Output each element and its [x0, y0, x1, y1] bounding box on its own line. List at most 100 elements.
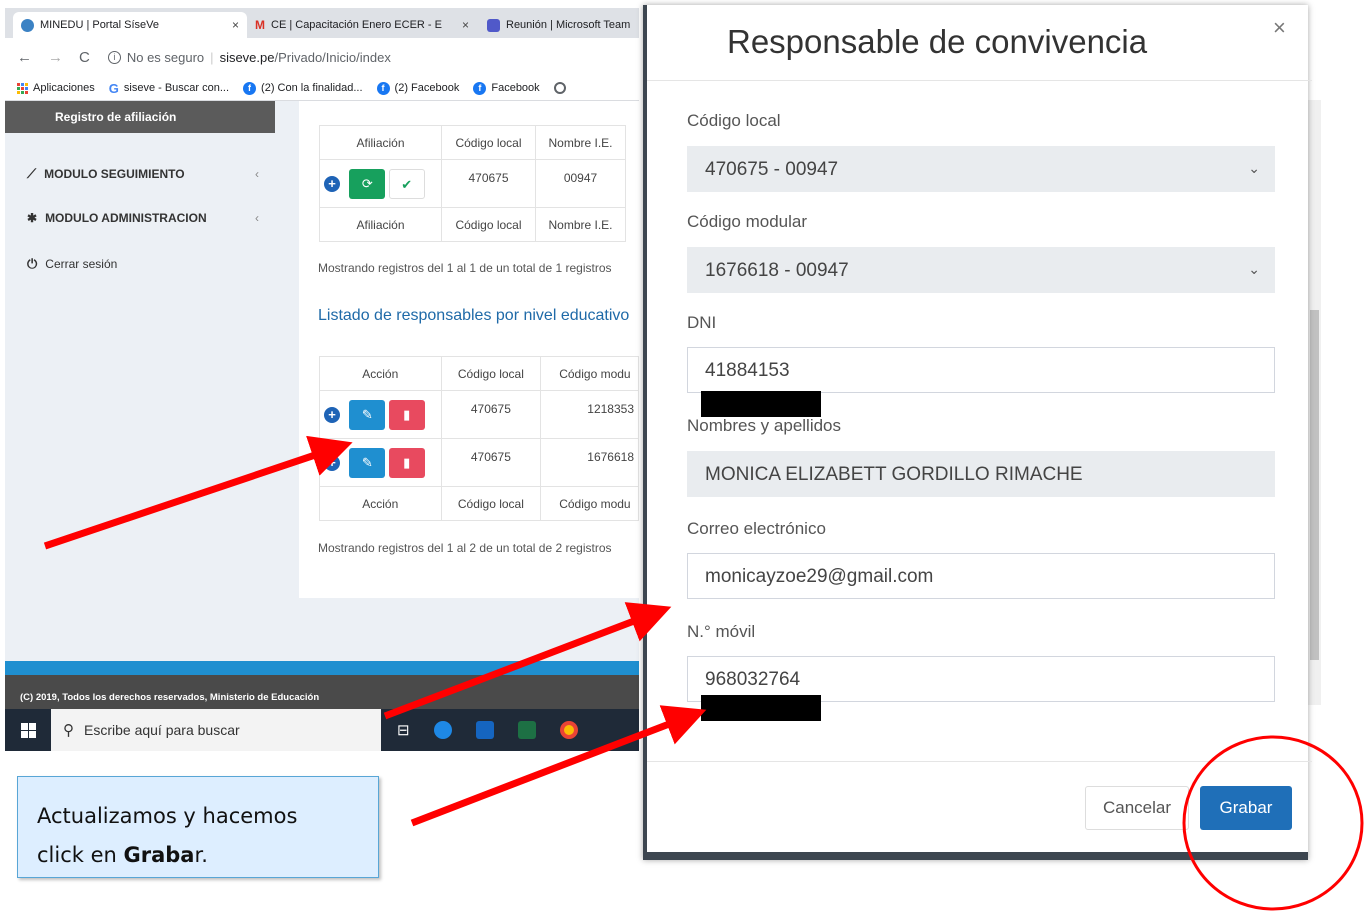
excel-icon[interactable]	[517, 721, 536, 739]
expand-row-icon[interactable]: +	[324, 175, 340, 192]
sidebar: Registro de afiliación ⟋ MODULO SEGUIMIE…	[5, 101, 275, 661]
modal-scrollbar[interactable]	[1307, 100, 1321, 705]
dni-field[interactable]: 41884153	[687, 347, 1275, 393]
taskbar-search-input[interactable]: ⚲ Escribe aquí para buscar	[51, 709, 381, 751]
label-dni: DNI	[687, 313, 717, 332]
sidebar-item-label: Cerrar sesión	[45, 257, 118, 271]
responsable-modal: Responsable de convivencia × Código loca…	[643, 5, 1312, 860]
bookmark-facebook-1[interactable]: f (2) Con la finalidad...	[243, 81, 363, 95]
url-field[interactable]: i No es seguro | siseve.pe/Privado/Inici…	[107, 49, 391, 65]
chart-line-icon: ⟋	[27, 166, 37, 181]
column-footer: Nombre I.E.	[535, 207, 626, 242]
column-footer: Código local	[441, 207, 536, 242]
back-arrow-icon[interactable]: ←	[17, 49, 32, 66]
close-tab-icon[interactable]: ×	[462, 18, 469, 32]
forward-arrow-icon[interactable]: →	[48, 49, 63, 66]
section-title: Listado de responsables por nivel educat…	[318, 307, 630, 324]
bookmark-label: siseve - Buscar con...	[123, 82, 230, 94]
cell-codigo-modular: 1676618	[540, 438, 639, 487]
info-icon: i	[107, 50, 121, 64]
column-header: Código local	[440, 356, 542, 391]
address-bar: ← → C i No es seguro | siseve.pe/Privado…	[5, 38, 639, 76]
sidebar-item-registro[interactable]: Registro de afiliación	[5, 101, 275, 133]
chevron-left-icon: ‹	[255, 167, 259, 181]
windows-taskbar: ⚲ Escribe aquí para buscar ⊟	[5, 709, 639, 751]
sidebar-item-label: MODULO ADMINISTRACION	[45, 211, 207, 225]
codigo-modular-select[interactable]: 1676618 - 00947 ⌄	[687, 247, 1275, 293]
label-correo: Correo electrónico	[687, 519, 826, 538]
bookmark-google[interactable]: G siseve - Buscar con...	[109, 81, 229, 96]
field-value: MONICA ELIZABETT GORDILLO RIMACHE	[705, 464, 1083, 485]
bookmark-label: Facebook	[491, 82, 540, 94]
bookmark-label: (2) Con la finalidad...	[261, 82, 363, 94]
edit-button[interactable]: ✎	[349, 447, 386, 478]
label-movil: N.° móvil	[687, 622, 756, 641]
task-view-icon[interactable]: ⊟	[397, 721, 410, 739]
bookmarks-bar: Aplicaciones G siseve - Buscar con... f …	[5, 76, 639, 101]
close-tab-icon[interactable]: ×	[232, 18, 239, 32]
browser-window: MINEDU | Portal SíseVe × M CE | Capacita…	[5, 8, 639, 751]
bookmark-facebook-3[interactable]: f Facebook	[473, 81, 540, 95]
label-codigo-modular: Código modular	[687, 212, 808, 231]
email-field[interactable]: monicayzoe29@gmail.com	[687, 553, 1275, 599]
check-button[interactable]: ✔	[388, 168, 425, 199]
gear-icon: ✱	[27, 211, 38, 225]
tab-title: Reunión | Microsoft Team	[506, 19, 631, 31]
chrome-icon[interactable]	[559, 721, 578, 739]
label-nombres: Nombres y apellidos	[687, 416, 842, 435]
cancel-button[interactable]: Cancelar	[1085, 786, 1189, 830]
reload-icon[interactable]: C	[79, 49, 90, 66]
edit-icon: ✎	[361, 454, 373, 470]
table-row: + ✎ ▮ 470675 1218353	[319, 390, 639, 439]
bookmark-facebook-2[interactable]: f (2) Facebook	[376, 81, 460, 95]
table-row: + ✎ ▮ 470675 1676618	[319, 438, 639, 487]
search-icon: ⚲	[63, 722, 74, 739]
url-host: siseve.pe	[219, 49, 275, 65]
delete-button[interactable]: ▮	[388, 447, 425, 478]
instruction-callout: Actualizamos y hacemos click en Grabar.	[17, 776, 379, 878]
globe-icon[interactable]	[553, 82, 566, 94]
facebook-icon: f	[473, 81, 487, 95]
sidebar-item-seguimiento[interactable]: ⟋ MODULO SEGUIMIENTO ‹	[27, 166, 259, 182]
sidebar-item-cerrar-sesion[interactable]: ⏻ Cerrar sesión	[27, 256, 259, 272]
scrollbar-thumb[interactable]	[1310, 310, 1319, 660]
column-header: Código local	[441, 125, 536, 160]
expand-row-icon[interactable]: +	[324, 406, 340, 423]
tab-teams[interactable]: Reunión | Microsoft Team	[479, 12, 639, 38]
column-header: Afiliación	[319, 125, 442, 160]
affiliation-table: Afiliación Código local Nombre I.E. + ⟳ …	[319, 125, 626, 242]
redaction-box	[701, 391, 821, 417]
bookmark-label: (2) Facebook	[394, 82, 460, 94]
windows-start-icon[interactable]	[5, 722, 51, 738]
chevron-left-icon: ‹	[255, 211, 259, 225]
cell-codigo-local: 470675	[440, 438, 542, 487]
cell-codigo-local: 470675	[440, 390, 542, 439]
modal-title: Responsable de convivencia	[727, 23, 1148, 60]
edit-button[interactable]: ✎	[349, 399, 386, 430]
column-footer: Acción	[319, 486, 442, 521]
bookmark-apps[interactable]: Aplicaciones	[17, 82, 95, 94]
table-info: Mostrando registros del 1 al 2 de un tot…	[318, 541, 612, 555]
sidebar-item-label: MODULO SEGUIMIENTO	[44, 167, 185, 181]
close-icon[interactable]: ×	[1273, 15, 1286, 41]
expand-row-icon[interactable]: +	[324, 454, 340, 471]
save-button[interactable]: Grabar	[1200, 786, 1292, 830]
apps-grid-icon	[17, 82, 28, 94]
app-icon[interactable]	[475, 721, 494, 739]
edge-icon[interactable]	[433, 721, 452, 739]
tab-title: CE | Capacitación Enero ECER - E	[271, 19, 442, 31]
sidebar-item-administracion[interactable]: ✱ MODULO ADMINISTRACION ‹	[27, 211, 259, 225]
tab-gmail[interactable]: M CE | Capacitación Enero ECER - E ×	[247, 12, 477, 38]
facebook-icon: f	[243, 81, 257, 95]
facebook-icon: f	[376, 81, 390, 95]
chevron-down-icon: ⌄	[1248, 160, 1260, 176]
delete-button[interactable]: ▮	[388, 399, 425, 430]
teams-icon	[487, 18, 500, 32]
codigo-local-select[interactable]: 470675 - 00947 ⌄	[687, 146, 1275, 192]
nombres-field: MONICA ELIZABETT GORDILLO RIMACHE	[687, 451, 1275, 497]
refresh-button[interactable]: ⟳	[349, 168, 386, 199]
trash-icon: ▮	[403, 454, 411, 470]
callout-line-1: Actualizamos y hacemos	[37, 804, 298, 828]
screenshot-stage: MINEDU | Portal SíseVe × M CE | Capacita…	[0, 0, 1370, 917]
tab-siseve[interactable]: MINEDU | Portal SíseVe ×	[13, 12, 247, 38]
